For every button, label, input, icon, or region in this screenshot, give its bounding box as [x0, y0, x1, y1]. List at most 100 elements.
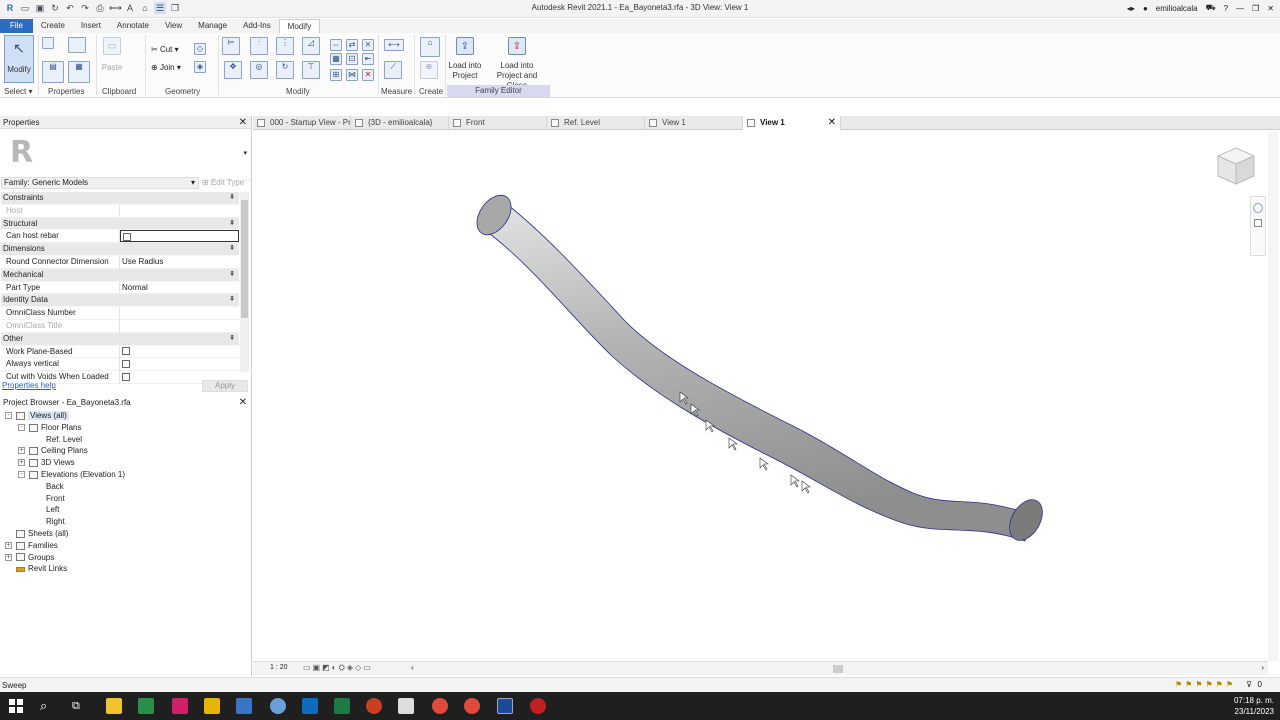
revit-taskbar-icon[interactable]: [497, 698, 513, 714]
tree-item[interactable]: Elevations (Elevation 1): [29, 469, 125, 480]
tree-item[interactable]: Views (all): [16, 410, 69, 421]
view-tab[interactable]: {3D - emilioalcala}: [351, 116, 449, 130]
load-into-project-button[interactable]: ⇪ Load into Project: [446, 37, 484, 81]
windows-start-icon[interactable]: [8, 698, 24, 714]
app-icon-globe[interactable]: [270, 698, 286, 714]
selection-filter-icons[interactable]: ⚑⚑⚑⚑⚑⚑: [1175, 680, 1236, 689]
horizontal-scroll-thumb[interactable]: [833, 665, 843, 673]
property-checkbox[interactable]: [122, 360, 130, 369]
tree-expander-icon[interactable]: -: [18, 423, 25, 431]
user-name[interactable]: emilioalcala: [1156, 4, 1198, 13]
app-icon-blue[interactable]: [236, 698, 252, 714]
excel-icon[interactable]: [334, 698, 350, 714]
properties-scrollbar[interactable]: [240, 192, 249, 372]
outlook-icon[interactable]: [302, 698, 318, 714]
app-icon-green[interactable]: [138, 698, 154, 714]
chrome-icon-2[interactable]: [464, 698, 480, 714]
rotate-icon[interactable]: ↻: [276, 61, 294, 79]
pin2-icon[interactable]: ⇤: [362, 53, 374, 65]
tab-file[interactable]: File: [0, 19, 33, 33]
scroll-left-icon[interactable]: ‹: [411, 663, 414, 672]
type-properties-icon[interactable]: ▦: [68, 61, 90, 83]
tab-insert[interactable]: Insert: [73, 19, 109, 33]
app-icon-red[interactable]: [530, 698, 546, 714]
property-group[interactable]: Constraints ⇞: [1, 192, 239, 205]
navigation-bar[interactable]: [1250, 196, 1266, 256]
group-icon[interactable]: ⋈: [346, 69, 358, 81]
zoom-icon[interactable]: [1254, 219, 1262, 227]
property-group[interactable]: Structural ⇞: [1, 217, 239, 231]
chrome-icon[interactable]: [432, 698, 448, 714]
measure-icon-large[interactable]: ⟷: [384, 39, 404, 51]
3d-view-canvas[interactable]: [253, 131, 1268, 661]
restore-button[interactable]: ❐: [1252, 4, 1259, 13]
tree-expander-icon[interactable]: -: [5, 412, 12, 419]
view-vertical-scrollbar[interactable]: [1268, 131, 1278, 661]
view-tab[interactable]: Front: [449, 116, 547, 130]
property-group[interactable]: Mechanical ⇞: [1, 268, 239, 282]
dimension-icon[interactable]: ⟋: [384, 61, 402, 79]
property-group[interactable]: Other ⇞: [1, 332, 239, 346]
unpin-icon[interactable]: ⨯: [362, 39, 374, 51]
collapse-icon[interactable]: ⇞: [229, 218, 235, 231]
load-into-project-close-button[interactable]: ⇪ Load into Project and Close: [486, 37, 548, 91]
align-small-icon[interactable]: ⊞: [330, 69, 342, 81]
tree-item[interactable]: Groups: [16, 552, 54, 563]
type-selector[interactable]: R ▾: [0, 129, 251, 181]
scale-icon[interactable]: ⊡: [346, 53, 358, 65]
property-value[interactable]: [120, 320, 239, 332]
align-icon[interactable]: ⊨: [222, 37, 240, 55]
cut-button[interactable]: ✂ Cut ▾: [151, 45, 179, 54]
scroll-right-icon[interactable]: ›: [1261, 663, 1264, 672]
modify-button[interactable]: ↖ Modify: [4, 35, 34, 83]
file-explorer-icon[interactable]: [106, 698, 122, 714]
view-scale[interactable]: 1 : 20: [270, 664, 288, 671]
info-center-icon[interactable]: ◂▸: [1127, 4, 1135, 13]
view-tab[interactable]: View 1: [645, 116, 743, 130]
project-browser-close-button[interactable]: ✕: [239, 396, 247, 409]
view-cube[interactable]: [1216, 146, 1256, 188]
property-value[interactable]: [120, 205, 239, 217]
tree-item[interactable]: Back: [46, 481, 64, 492]
paste-button[interactable]: ▭ Paste: [102, 37, 122, 72]
property-value[interactable]: Use Radius: [120, 256, 239, 268]
user-icon[interactable]: ●: [1143, 4, 1148, 13]
mirror-axis-icon[interactable]: ⋮: [276, 37, 294, 55]
tree-item[interactable]: Families: [16, 540, 58, 551]
filter-icon[interactable]: ⊽: [1246, 680, 1252, 689]
app-icon-yellow[interactable]: [204, 698, 220, 714]
paint-icon[interactable]: ◈: [194, 61, 206, 73]
collapse-icon[interactable]: ⇞: [229, 192, 235, 205]
tree-expander-icon[interactable]: +: [18, 447, 25, 455]
tree-item[interactable]: 3D Views: [29, 457, 75, 468]
property-checkbox[interactable]: [123, 233, 131, 242]
tree-item[interactable]: Front: [46, 493, 65, 504]
property-group[interactable]: Identity Data ⇞: [1, 294, 239, 308]
split-face-icon[interactable]: ◇: [194, 43, 206, 55]
properties-help-link[interactable]: Properties help: [2, 381, 56, 390]
search-icon[interactable]: ⌕: [40, 698, 56, 714]
tree-item[interactable]: Right: [46, 516, 65, 527]
close-window-button[interactable]: ✕: [1267, 4, 1274, 13]
family-category-icon[interactable]: [68, 37, 86, 53]
close-tab-icon[interactable]: ✕: [828, 116, 836, 130]
array-icon[interactable]: ▦: [330, 53, 342, 65]
property-value[interactable]: [120, 358, 239, 370]
select-panel-label[interactable]: Select ▾: [4, 87, 32, 96]
collapse-icon[interactable]: ⇞: [229, 294, 235, 307]
collapse-icon[interactable]: ⇞: [229, 333, 235, 346]
property-value[interactable]: Normal: [120, 282, 239, 294]
tree-expander-icon[interactable]: -: [18, 471, 25, 478]
powerpoint-icon[interactable]: [366, 698, 382, 714]
copy-icon[interactable]: ◎: [250, 61, 268, 79]
tree-expander-icon[interactable]: +: [18, 459, 25, 467]
tree-item[interactable]: Revit Links: [16, 563, 67, 574]
move-icon[interactable]: ✥: [224, 61, 242, 79]
properties-type-icon[interactable]: [42, 37, 54, 49]
properties-close-button[interactable]: ✕: [239, 116, 247, 129]
help-icon[interactable]: ?: [1224, 4, 1228, 13]
view-cube-icon[interactable]: [1216, 146, 1256, 186]
type-selector-chevron-icon[interactable]: ▾: [243, 149, 247, 157]
split-icon[interactable]: ⇔: [330, 39, 342, 51]
view-tab[interactable]: 000 - Startup View - Project Info: [253, 116, 351, 130]
